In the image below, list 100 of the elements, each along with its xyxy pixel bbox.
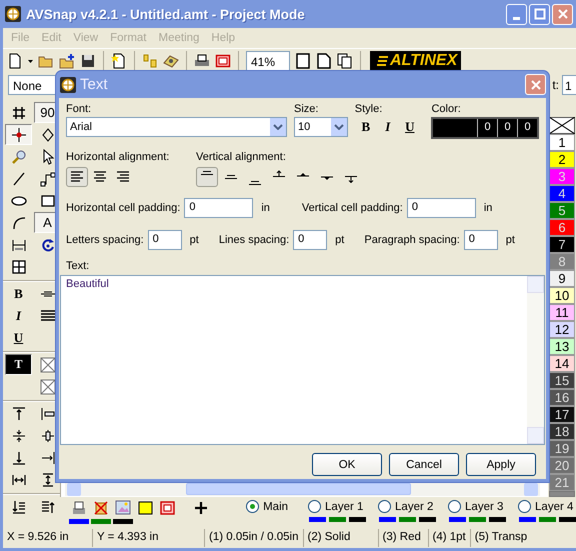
caret-icon: [334, 124, 344, 130]
square-icon[interactable]: [137, 500, 154, 516]
radio-circle[interactable]: [448, 500, 462, 513]
close-icon: [556, 8, 568, 20]
radio-circle[interactable]: [378, 500, 392, 513]
table-icon: [10, 258, 26, 274]
input-field[interactable]: 1: [562, 75, 576, 95]
color-swatch[interactable]: [549, 491, 575, 497]
scroll-left-button[interactable]: [67, 482, 81, 496]
page-fold-icon[interactable]: [316, 53, 332, 69]
color-swatch[interactable]: 1: [549, 134, 575, 151]
input-field[interactable]: 0: [148, 230, 182, 250]
zoom-field[interactable]: 41%: [246, 50, 290, 72]
tool-button[interactable]: [5, 124, 32, 145]
field-label: Horizontal alignment:: [66, 151, 170, 163]
tool-button[interactable]: I: [5, 305, 32, 326]
center-horizontal-icon: [40, 428, 56, 444]
style-button[interactable]: U: [398, 117, 421, 137]
layer-radio[interactable]: Layer 4: [518, 500, 576, 513]
tool-button[interactable]: T: [5, 354, 32, 375]
input-field[interactable]: 0: [406, 198, 476, 218]
layer-radio[interactable]: Main: [246, 500, 288, 513]
radio-circle[interactable]: [518, 500, 532, 513]
color-swatch[interactable]: 15: [549, 372, 575, 389]
color-swatch[interactable]: 17: [549, 406, 575, 423]
close-button[interactable]: [525, 74, 546, 95]
color-swatch[interactable]: 20: [549, 457, 575, 474]
color-swatch[interactable]: 9: [549, 270, 575, 287]
caret-icon[interactable]: [28, 60, 33, 62]
unit-label: in: [261, 202, 270, 214]
close-icon: [530, 78, 542, 90]
scroll-right-button[interactable]: [524, 482, 538, 496]
input-field[interactable]: 0: [464, 230, 498, 250]
style-button[interactable]: I: [376, 117, 399, 137]
alignment-icon: [344, 176, 358, 182]
font-dropdown[interactable]: Arial: [66, 117, 288, 137]
field-label: Size:: [294, 103, 320, 115]
field-label: Lines spacing:: [218, 234, 290, 246]
folder-plus-icon[interactable]: [59, 53, 75, 69]
tool-button[interactable]: B: [5, 283, 32, 304]
dialog-button[interactable]: Cancel: [389, 453, 459, 476]
crossed-bin-icon[interactable]: [93, 500, 110, 516]
plus-icon[interactable]: [193, 500, 210, 516]
alignment-icon: [320, 176, 334, 180]
blocks-icon[interactable]: [142, 53, 158, 69]
alignment-icon: [200, 171, 214, 175]
page-icon[interactable]: [295, 53, 311, 69]
frame-icon[interactable]: [215, 53, 231, 69]
alignment-icon: [224, 175, 238, 179]
color-swatch[interactable]: 7: [549, 236, 575, 253]
style-button[interactable]: B: [354, 117, 377, 137]
radio-circle[interactable]: [246, 500, 260, 513]
scrollbar-thumb[interactable]: [186, 483, 411, 495]
status-cell: (3) Red: [378, 529, 429, 547]
color-swatch[interactable]: 5: [549, 202, 575, 219]
no-color-swatch[interactable]: [549, 117, 575, 134]
color-swatch[interactable]: 13: [549, 338, 575, 355]
size-dropdown[interactable]: 10: [294, 117, 348, 137]
color-picker[interactable]: 0 0 0: [431, 117, 539, 139]
printer-icon[interactable]: [194, 53, 210, 69]
device-icon[interactable]: [163, 53, 179, 69]
maximize-button[interactable]: [529, 4, 550, 24]
tool-button[interactable]: U: [5, 327, 32, 348]
field-label: Text:: [66, 260, 90, 272]
color-swatch[interactable]: 2: [549, 151, 575, 168]
frame-icon[interactable]: [159, 500, 176, 516]
align-button[interactable]: [196, 167, 218, 187]
dialog-button[interactable]: OK: [312, 453, 382, 476]
text-area[interactable]: Beautiful: [60, 275, 545, 445]
color-swatch[interactable]: 14: [549, 355, 575, 372]
new-file-icon[interactable]: [7, 53, 23, 69]
color-swatch[interactable]: 18: [549, 423, 575, 440]
layer-radio[interactable]: Layer 3: [448, 500, 506, 513]
input-field[interactable]: 0: [184, 198, 254, 218]
line-icon: [10, 170, 26, 186]
status-cell: (2) Solid: [304, 529, 379, 547]
image-icon[interactable]: [115, 500, 132, 516]
color-swatch[interactable]: 11: [549, 304, 575, 321]
pages-icon[interactable]: [337, 53, 353, 69]
layer-radio[interactable]: Layer 2: [378, 500, 436, 513]
printer-icon[interactable]: [71, 500, 87, 516]
horizontal-scrollbar[interactable]: [65, 482, 540, 496]
minimize-button[interactable]: [506, 4, 527, 24]
align-button[interactable]: [66, 167, 88, 187]
input-field[interactable]: 0: [293, 230, 328, 250]
color-swatch[interactable]: 10: [549, 287, 575, 304]
send-backward-icon: [10, 498, 26, 514]
crossed-box-icon: [549, 117, 575, 134]
arc-icon: [10, 214, 26, 230]
field-label: Letters spacing:: [66, 234, 144, 246]
layer-radio[interactable]: Layer 1: [308, 500, 366, 513]
color-swatch[interactable]: 19: [549, 440, 575, 457]
radio-circle[interactable]: [308, 500, 322, 513]
color-swatch[interactable]: 4: [549, 185, 575, 202]
color-swatch[interactable]: 12: [549, 321, 575, 338]
color-swatch[interactable]: 16: [549, 389, 575, 406]
unit-label: pt: [190, 234, 199, 246]
dialog-button[interactable]: Apply: [466, 453, 536, 476]
new-star-icon[interactable]: [111, 53, 127, 69]
close-button[interactable]: [552, 4, 573, 24]
